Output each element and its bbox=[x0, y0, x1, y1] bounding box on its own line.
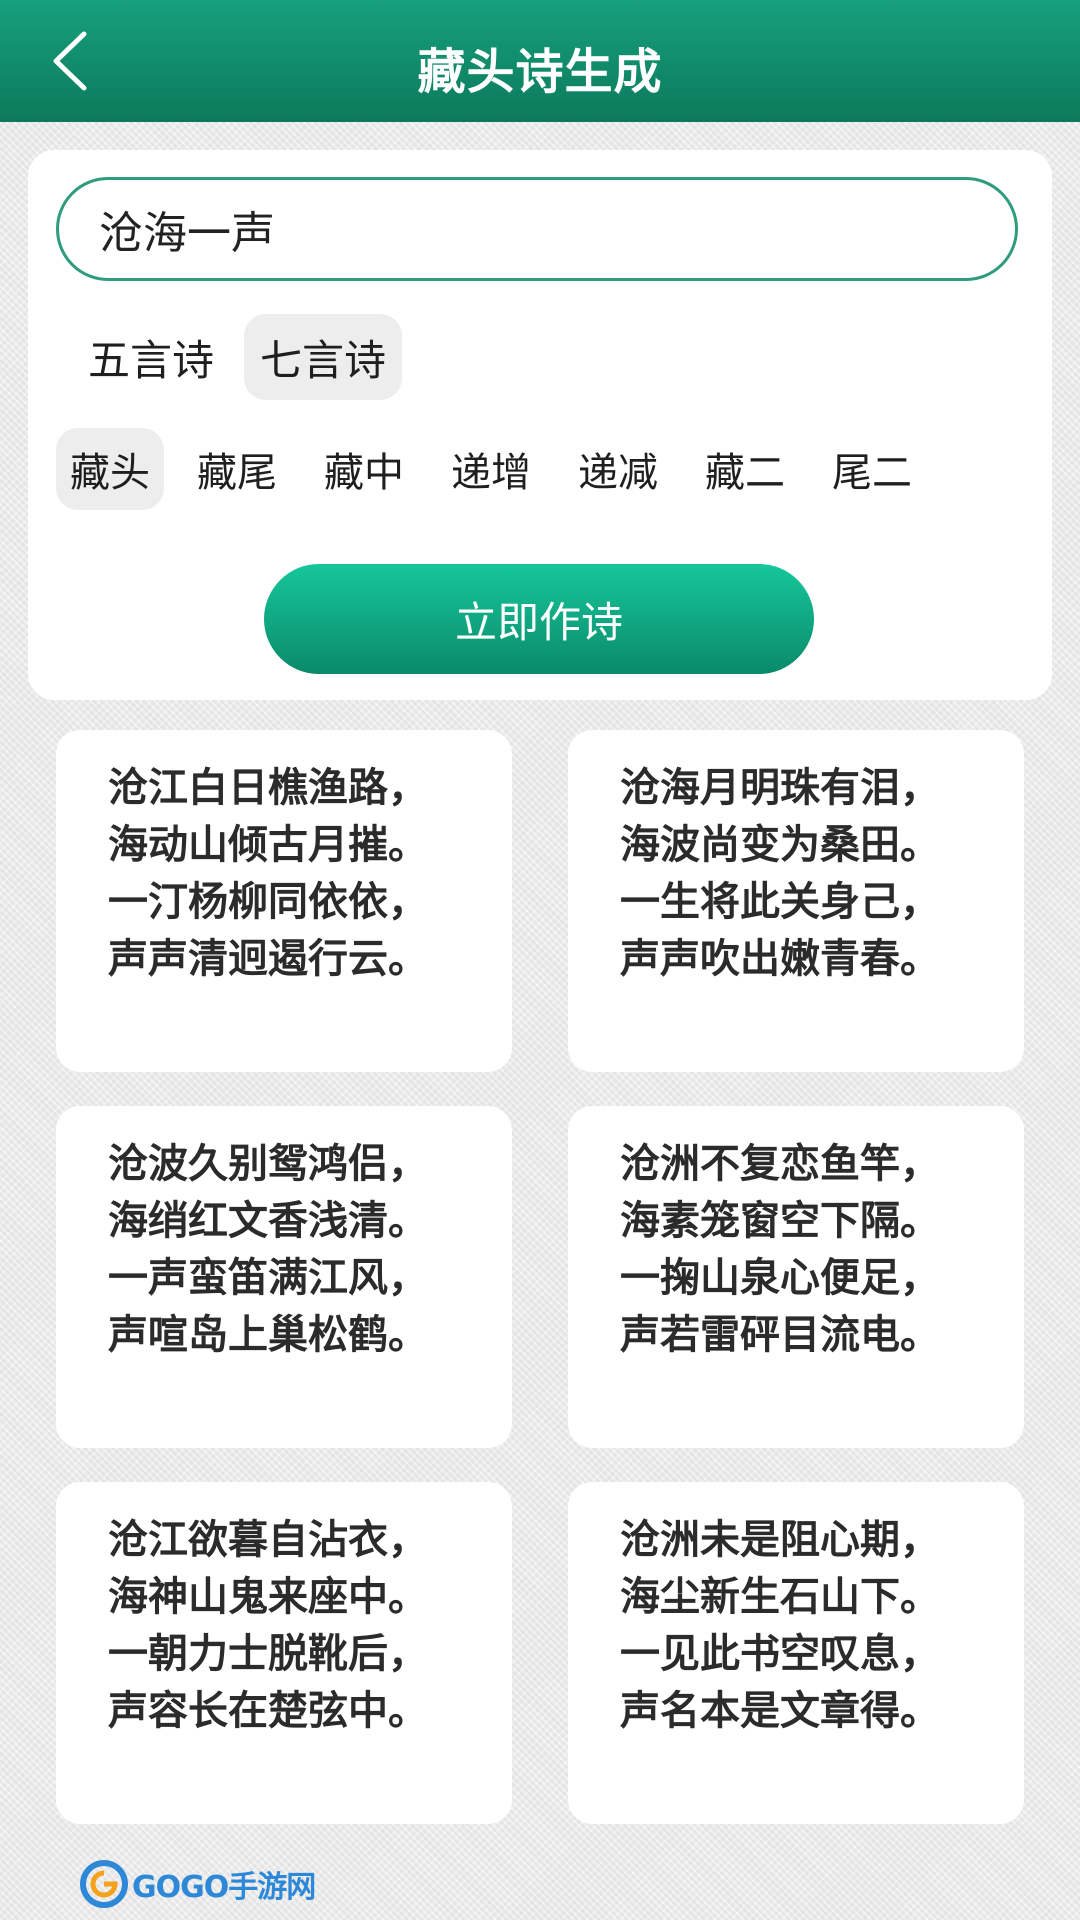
mode-canger[interactable]: 藏二 bbox=[691, 428, 799, 510]
gogo-logo-icon bbox=[80, 1860, 128, 1908]
poem-line: 一朝力士脱靴后， bbox=[108, 1631, 428, 1677]
poem-line: 沧江欲暮自沾衣， bbox=[108, 1517, 428, 1563]
type-qiyan[interactable]: 七言诗 bbox=[244, 314, 403, 400]
app-header: 藏头诗生成 bbox=[0, 0, 1080, 122]
mode-cangwei[interactable]: 藏尾 bbox=[183, 428, 291, 510]
poem-line: 一生将此关身己， bbox=[620, 879, 940, 925]
watermark-logo: GOGO手游网 bbox=[80, 1858, 316, 1910]
poem-line: 一汀杨柳同依依， bbox=[108, 879, 428, 925]
poem-line: 沧江白日樵渔路， bbox=[108, 765, 428, 811]
page-title: 藏头诗生成 bbox=[417, 44, 663, 100]
poem-line: 沧海月明珠有泪， bbox=[620, 765, 940, 811]
poem-line: 声声清迥遏行云。 bbox=[108, 936, 428, 982]
poem-line: 一见此书空叹息， bbox=[620, 1631, 940, 1677]
poem-card[interactable]: 沧洲不复恋鱼竿， 海素笼窗空下隔。 一掬山泉心便足， 声若雷砰目流电。 bbox=[568, 1106, 1024, 1448]
watermark-brand: GOGO手游网 bbox=[132, 1870, 316, 1905]
mode-cangtou[interactable]: 藏头 bbox=[56, 428, 164, 510]
mode-dizeng[interactable]: 递增 bbox=[437, 428, 545, 510]
poem-line: 声容长在楚弦中。 bbox=[108, 1688, 428, 1734]
poem-line: 声喧岛上巢松鹤。 bbox=[108, 1312, 428, 1358]
poem-line: 海尘新生石山下。 bbox=[620, 1574, 940, 1620]
compose-button[interactable]: 立即作诗 bbox=[264, 564, 814, 674]
poem-card[interactable]: 沧江欲暮自沾衣， 海神山鬼来座中。 一朝力士脱靴后， 声容长在楚弦中。 bbox=[56, 1482, 512, 1824]
poem-card[interactable]: 沧波久别鸳鸿侣， 海绡红文香浅清。 一声蛮笛满江风， 声喧岛上巢松鹤。 bbox=[56, 1106, 512, 1448]
poem-line: 一掬山泉心便足， bbox=[620, 1255, 940, 1301]
poem-line: 声声吹出嫩青春。 bbox=[620, 936, 940, 982]
mode-weier[interactable]: 尾二 bbox=[818, 428, 926, 510]
type-wuyan[interactable]: 五言诗 bbox=[72, 314, 230, 400]
poem-line: 声若雷砰目流电。 bbox=[620, 1312, 940, 1358]
poem-line: 沧洲不复恋鱼竿， bbox=[620, 1141, 940, 1187]
poem-line: 一声蛮笛满江风， bbox=[108, 1255, 428, 1301]
poem-line: 海波尚变为桑田。 bbox=[620, 822, 940, 868]
poem-line: 海动山倾古月摧。 bbox=[108, 822, 428, 868]
mode-dijian[interactable]: 递减 bbox=[564, 428, 672, 510]
poem-line: 海绡红文香浅清。 bbox=[108, 1198, 428, 1244]
keyword-input[interactable]: 沧海一声 bbox=[56, 177, 1018, 281]
poem-line: 沧洲未是阻心期， bbox=[620, 1517, 940, 1563]
input-panel: 沧海一声 五言诗 七言诗 藏头 藏尾 藏中 递增 递减 藏二 尾二 立即作诗 bbox=[28, 150, 1052, 700]
poem-card[interactable]: 沧洲未是阻心期， 海尘新生石山下。 一见此书空叹息， 声名本是文章得。 bbox=[568, 1482, 1024, 1824]
poem-line: 海素笼窗空下隔。 bbox=[620, 1198, 940, 1244]
poem-line: 海神山鬼来座中。 bbox=[108, 1574, 428, 1620]
poem-card[interactable]: 沧江白日樵渔路， 海动山倾古月摧。 一汀杨柳同依依， 声声清迥遏行云。 bbox=[56, 730, 512, 1072]
poem-card[interactable]: 沧海月明珠有泪， 海波尚变为桑田。 一生将此关身己， 声声吹出嫩青春。 bbox=[568, 730, 1024, 1072]
mode-cangzhong[interactable]: 藏中 bbox=[310, 428, 418, 510]
poem-line: 声名本是文章得。 bbox=[620, 1688, 940, 1734]
poem-line: 沧波久别鸳鸿侣， bbox=[108, 1141, 428, 1187]
